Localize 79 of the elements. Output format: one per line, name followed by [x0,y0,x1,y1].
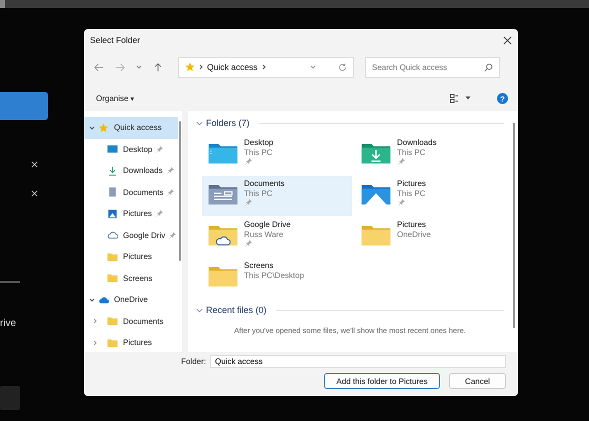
chevron-icon [262,64,266,70]
sidebar-item[interactable]: Downloads [84,160,182,182]
folder-tile[interactable]: Downloads This PC [355,135,505,175]
cancel-button[interactable]: Cancel [449,373,506,389]
add-folder-button[interactable]: Add this folder to Pictures [324,373,440,389]
sidebar-item[interactable]: Quick access [84,117,178,138]
folder-icon [208,264,238,288]
sidebar-item[interactable]: Pictures [84,246,182,268]
folder-name: Downloads [397,138,437,148]
sidebar-item[interactable]: Screens [84,268,182,289]
expand-chevron-icon[interactable] [89,124,95,131]
folder-name: Pictures [397,179,426,189]
sidebar-item[interactable]: Google Driv [84,224,182,246]
folder-label: Folder: [181,357,206,366]
window-title: Select Folder [90,35,140,45]
sidebar-item[interactable]: Documents [84,310,182,332]
address-bar[interactable]: Quick access [178,56,354,78]
forward-arrow-icon[interactable] [115,62,125,72]
folder-tile[interactable]: Pictures This PC [355,176,505,216]
sidebar-item[interactable]: Desktop [84,138,182,160]
folder-icon [208,182,238,206]
folder-location: This PC\Desktop [244,271,304,281]
folder-input[interactable]: Quick access [210,355,506,368]
scrollbar[interactable] [513,123,515,328]
folder-location: This PC [397,189,426,199]
address-text: Quick access [207,62,258,72]
sidebar-item[interactable]: Documents [84,182,182,203]
folder-tile[interactable]: Documents This PC [202,176,352,216]
expand-chevron-icon[interactable] [89,296,95,303]
refresh-icon[interactable] [338,62,347,72]
folder-location: Russ Ware [244,230,284,240]
sidebar-label: rive [0,318,16,329]
folder-name: Google Drive [244,220,291,230]
dropdown-caret-icon[interactable] [465,96,471,100]
folder-location: This PC [397,148,426,158]
folder-icon [208,141,238,165]
picture-icon [107,208,118,219]
close-icon[interactable] [503,36,512,44]
chevron-icon [199,64,203,70]
collapse-chevron-icon[interactable] [196,308,203,312]
folder-icon [107,252,118,262]
cloud-icon [98,294,109,305]
star-icon [185,62,195,72]
sidebar-item[interactable]: OneDrive [84,289,182,310]
folder-name: Screens [244,261,274,271]
folder-name: Pictures [397,220,426,230]
folder-location: OneDrive [397,230,431,240]
folder-icon [208,223,238,247]
folder-icon [107,273,118,284]
back-arrow-icon[interactable] [94,62,104,72]
folder-tile[interactable]: Screens This PC\Desktop [202,258,352,298]
sidebar-item[interactable]: Pictures [84,332,182,354]
sidebar-item[interactable]: Pictures [84,203,182,224]
download-icon [107,166,118,176]
folder-icon [107,338,118,348]
collapse-chevron-icon[interactable] [196,120,203,126]
folder-icon [361,141,391,165]
star-icon [98,122,109,133]
view-options-icon[interactable] [450,94,459,102]
desktop-icon [107,144,118,154]
folder-location: This PC [244,189,272,199]
folder-icon [361,182,391,206]
cloud-icon [107,230,118,240]
group-heading: Recent files (0) [206,305,267,315]
group-heading: Folders (7) [206,118,250,128]
folder-location: This PC [244,148,272,158]
folder-tile[interactable]: Google Drive Russ Ware [202,217,352,257]
folder-icon [107,316,118,326]
folder-name: Documents [244,179,284,189]
folder-tile[interactable]: Desktop This PC [202,135,352,175]
search-icon [484,62,493,72]
up-arrow-icon[interactable] [153,62,163,72]
search-field[interactable]: Search Quick access [365,56,500,78]
help-icon[interactable]: ? [497,92,508,104]
document-icon [107,187,118,198]
folder-icon [361,223,391,247]
scrollbar[interactable] [179,121,181,261]
folder-name: Desktop [244,138,274,148]
folder-tile[interactable]: Pictures OneDrive [355,217,505,257]
